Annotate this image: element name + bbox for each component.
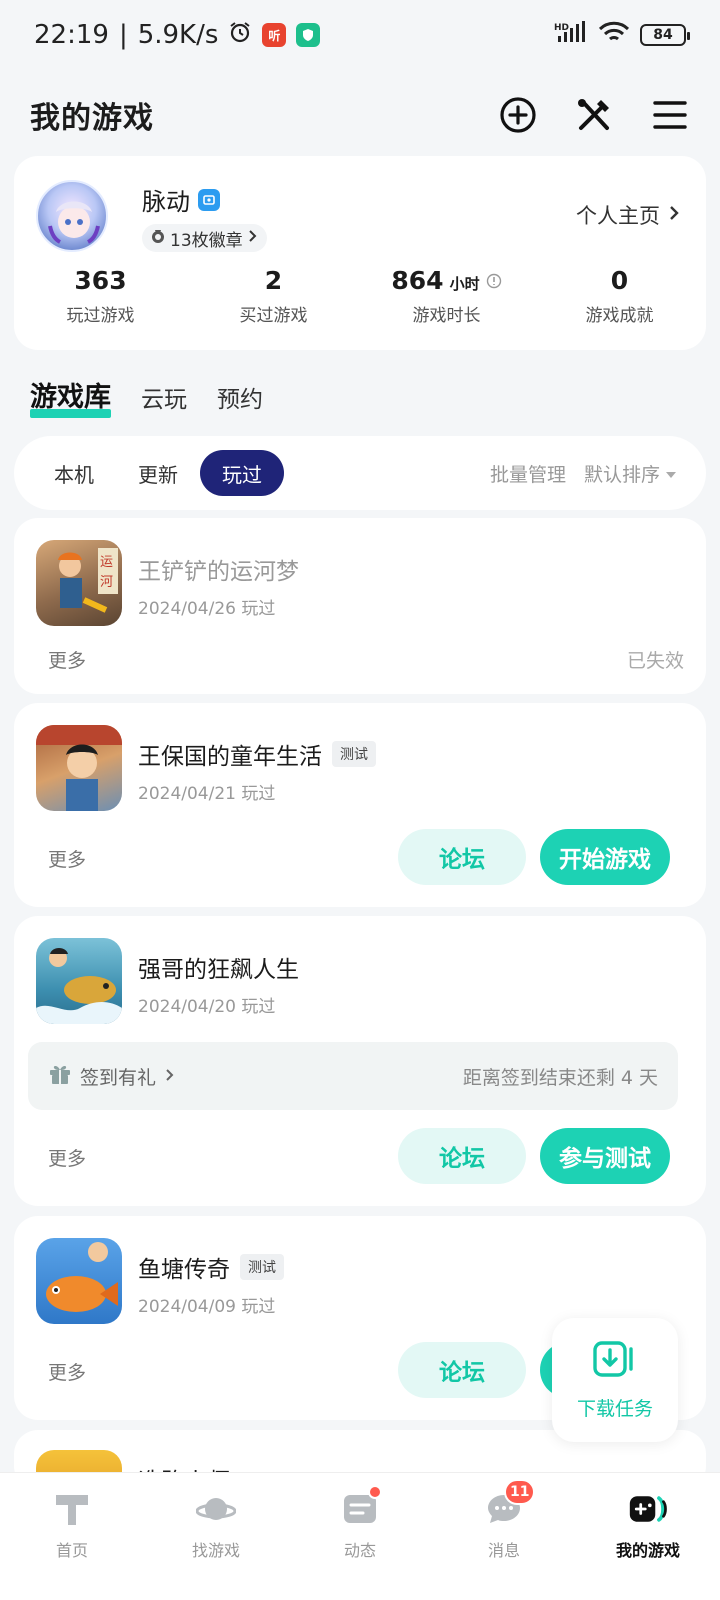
info-icon[interactable] <box>486 266 502 295</box>
game-card[interactable]: 强哥的狂飙人生 2024/04/20 玩过 签到有礼 距离签到结束还剩 4 天 … <box>14 916 706 1206</box>
batch-manage-button[interactable]: 批量管理 <box>490 460 566 487</box>
test-badge: 测试 <box>332 741 376 767</box>
library-tabs: 游戏库 云玩 预约 <box>30 368 263 418</box>
medal-icon <box>150 228 166 249</box>
game-date: 2024/04/09 玩过 <box>138 1297 276 1317</box>
filter-bar: 本机 更新 玩过 批量管理 默认排序 <box>14 436 706 510</box>
chevron-right-icon <box>164 1065 174 1087</box>
menu-icon[interactable] <box>650 95 690 135</box>
game-name: 王保国的童年生活 测试 <box>138 737 376 771</box>
profile-stats: 363 玩过游戏 2 买过游戏 864 小时 游戏时长 0 游戏成就 <box>14 266 706 326</box>
homepage-link[interactable]: 个人主页 <box>576 200 680 230</box>
app-notification-icon: 听 <box>262 23 287 47</box>
gift-icon <box>48 1062 72 1091</box>
gamepad-icon <box>628 1489 668 1529</box>
forum-button[interactable]: 论坛 <box>398 829 526 885</box>
game-icon <box>36 1238 122 1324</box>
network-speed: 5.9K/s <box>137 20 219 50</box>
chevron-right-icon <box>247 228 257 248</box>
home-icon <box>52 1489 92 1529</box>
stat-bought[interactable]: 2 买过游戏 <box>187 266 360 326</box>
game-card[interactable]: 王保国的童年生活 测试 2024/04/21 玩过 更多 论坛 开始游戏 <box>14 703 706 907</box>
more-link[interactable]: 更多 <box>48 845 86 872</box>
shield-notification-icon <box>296 23 321 47</box>
nav-activity[interactable]: 动态 <box>288 1473 432 1600</box>
battery-indicator: 84 <box>640 24 690 46</box>
nav-find-games[interactable]: 找游戏 <box>144 1473 288 1600</box>
tools-icon[interactable] <box>574 95 614 135</box>
game-card[interactable]: 运河 王铲铲的运河梦 2024/04/26 玩过 更多 已失效 <box>14 518 706 694</box>
chip-played[interactable]: 玩过 <box>200 450 284 496</box>
chip-updates[interactable]: 更新 <box>116 450 200 496</box>
caret-down-icon <box>666 472 676 478</box>
more-link[interactable]: 更多 <box>48 1358 86 1385</box>
feed-icon <box>340 1485 382 1529</box>
chip-local[interactable]: 本机 <box>32 450 116 496</box>
chevron-right-icon <box>668 203 680 227</box>
join-test-button[interactable]: 参与测试 <box>540 1128 670 1184</box>
forum-button[interactable]: 论坛 <box>398 1342 526 1398</box>
game-icon <box>36 725 122 811</box>
game-date: 2024/04/21 玩过 <box>138 784 276 804</box>
stat-achievements[interactable]: 0 游戏成就 <box>533 266 706 326</box>
chat-icon: 11 <box>484 1479 536 1529</box>
sort-dropdown[interactable]: 默认排序 <box>584 460 676 487</box>
svg-text:HD: HD <box>554 23 569 33</box>
wifi-icon <box>598 20 630 51</box>
status-label: 已失效 <box>626 650 684 672</box>
download-icon <box>591 1339 639 1384</box>
alarm-icon <box>228 20 252 51</box>
svg-text:河: 河 <box>100 575 113 590</box>
notification-dot <box>368 1485 382 1499</box>
message-count-badge: 11 <box>504 1479 536 1505</box>
game-date: 2024/04/20 玩过 <box>138 997 276 1017</box>
game-date: 2024/04/26 玩过 <box>138 599 276 619</box>
signal-icon: HD <box>554 20 588 51</box>
svg-text:运: 运 <box>100 555 113 570</box>
more-link[interactable]: 更多 <box>48 1144 86 1171</box>
signin-reward-bar[interactable]: 签到有礼 距离签到结束还剩 4 天 <box>28 1042 678 1110</box>
game-name: 鱼塘传奇 测试 <box>138 1250 284 1284</box>
stat-playtime[interactable]: 864 小时 游戏时长 <box>360 266 533 326</box>
page-title: 我的游戏 <box>30 101 154 136</box>
avatar[interactable] <box>36 180 108 252</box>
profile-card: 脉动 13枚徽章 个人主页 363 玩过游戏 2 买过游戏 864 小时 游戏时… <box>14 156 706 350</box>
game-name: 强哥的狂飙人生 <box>138 957 299 983</box>
stat-played[interactable]: 363 玩过游戏 <box>14 266 187 326</box>
forum-button[interactable]: 论坛 <box>398 1128 526 1184</box>
nav-my-games[interactable]: 我的游戏 <box>576 1473 720 1600</box>
medals-badge[interactable]: 13枚徽章 <box>142 224 267 252</box>
status-bar: 22:19 | 5.9K/s 听 HD 84 <box>0 0 720 70</box>
page-header: 我的游戏 <box>0 82 720 148</box>
bottom-nav: 首页 找游戏 动态 11 消息 我的游戏 <box>0 1472 720 1600</box>
more-link[interactable]: 更多 <box>48 646 86 673</box>
game-icon: 运河 <box>36 540 122 626</box>
game-name: 王铲铲的运河梦 <box>138 559 299 585</box>
start-game-button[interactable]: 开始游戏 <box>540 829 670 885</box>
nav-messages[interactable]: 11 消息 <box>432 1473 576 1600</box>
nav-home[interactable]: 首页 <box>0 1473 144 1600</box>
signin-countdown: 距离签到结束还剩 4 天 <box>462 1066 658 1089</box>
test-badge: 测试 <box>240 1254 284 1280</box>
download-tasks-button[interactable]: 下载任务 <box>552 1318 678 1442</box>
verified-icon <box>198 188 220 211</box>
game-icon <box>36 938 122 1024</box>
tab-cloud-play[interactable]: 云玩 <box>141 380 187 414</box>
tab-game-library[interactable]: 游戏库 <box>30 375 111 418</box>
planet-icon <box>196 1489 236 1529</box>
username: 脉动 <box>142 182 220 217</box>
tab-reservations[interactable]: 预约 <box>217 380 263 414</box>
clock: 22:19 <box>34 20 109 50</box>
add-icon[interactable] <box>498 95 538 135</box>
